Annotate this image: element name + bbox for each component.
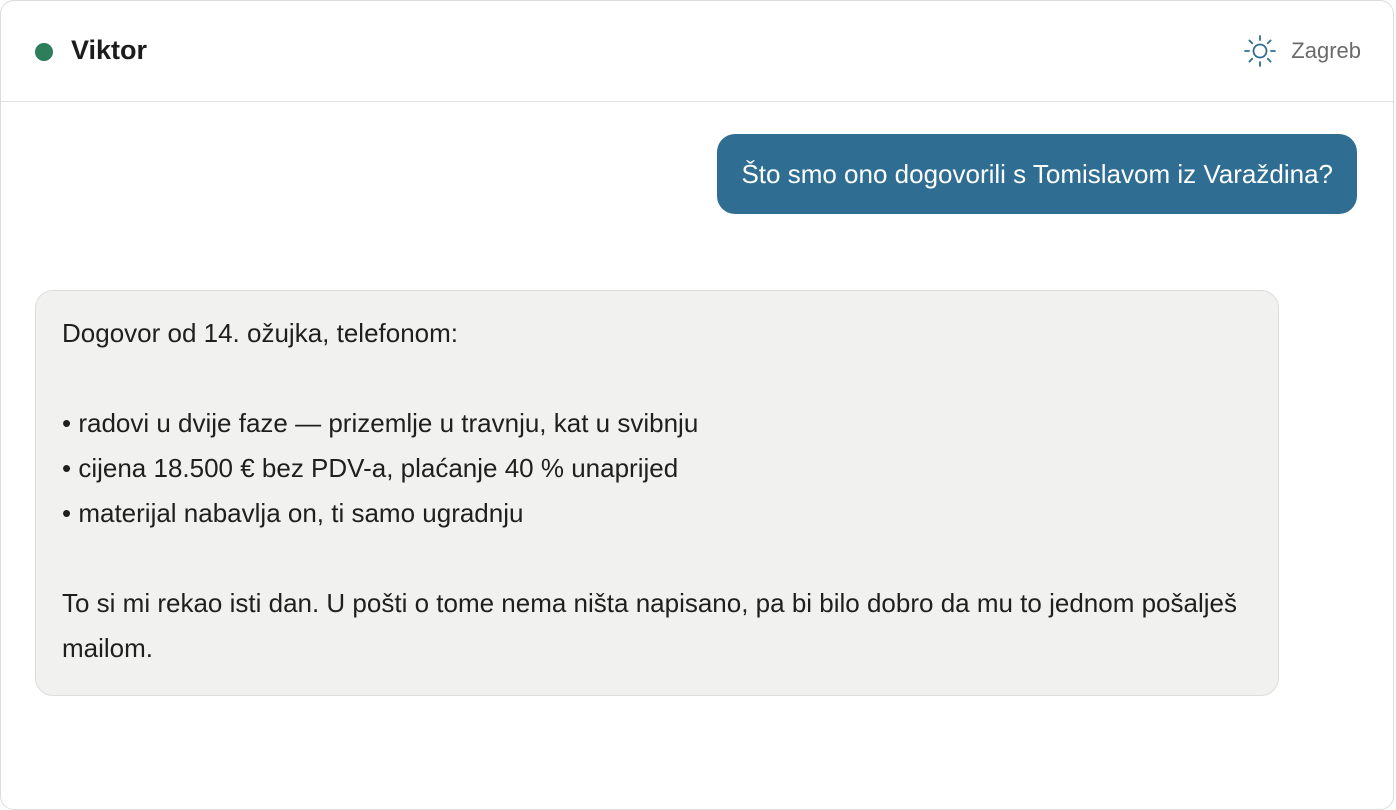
location-indicator[interactable]: Zagreb bbox=[1243, 33, 1361, 69]
bullet-item: • radovi u dvije faze — prizemlje u trav… bbox=[62, 408, 699, 438]
online-status-dot bbox=[35, 43, 53, 61]
location-label: Zagreb bbox=[1291, 38, 1361, 63]
bullet-item: • materijal nabavlja on, ti samo ugradnj… bbox=[62, 498, 524, 528]
message-list: Što smo ono dogovorili s Tomislavom iz V… bbox=[1, 102, 1393, 809]
message-closing: To si mi rekao isti dan. U pošti o tome … bbox=[62, 588, 1237, 663]
contact-name: Viktor bbox=[71, 35, 148, 65]
chat-header: Viktor Zagreb bbox=[1, 1, 1393, 102]
chat-window: Viktor Zagreb Što smo ono dogovorili s T… bbox=[0, 0, 1394, 810]
outgoing-message-bubble: Što smo ono dogovorili s Tomislavom iz V… bbox=[717, 134, 1357, 214]
incoming-message-bubble: Dogovor od 14. ožujka, telefonom: • rado… bbox=[35, 290, 1279, 696]
message-intro: Dogovor od 14. ožujka, telefonom: bbox=[62, 318, 459, 348]
sun-icon bbox=[1244, 35, 1277, 67]
bullet-item: • cijena 18.500 € bez PDV-a, plaćanje 40… bbox=[62, 453, 679, 483]
outgoing-message-text: Što smo ono dogovorili s Tomislavom iz V… bbox=[741, 159, 1333, 189]
